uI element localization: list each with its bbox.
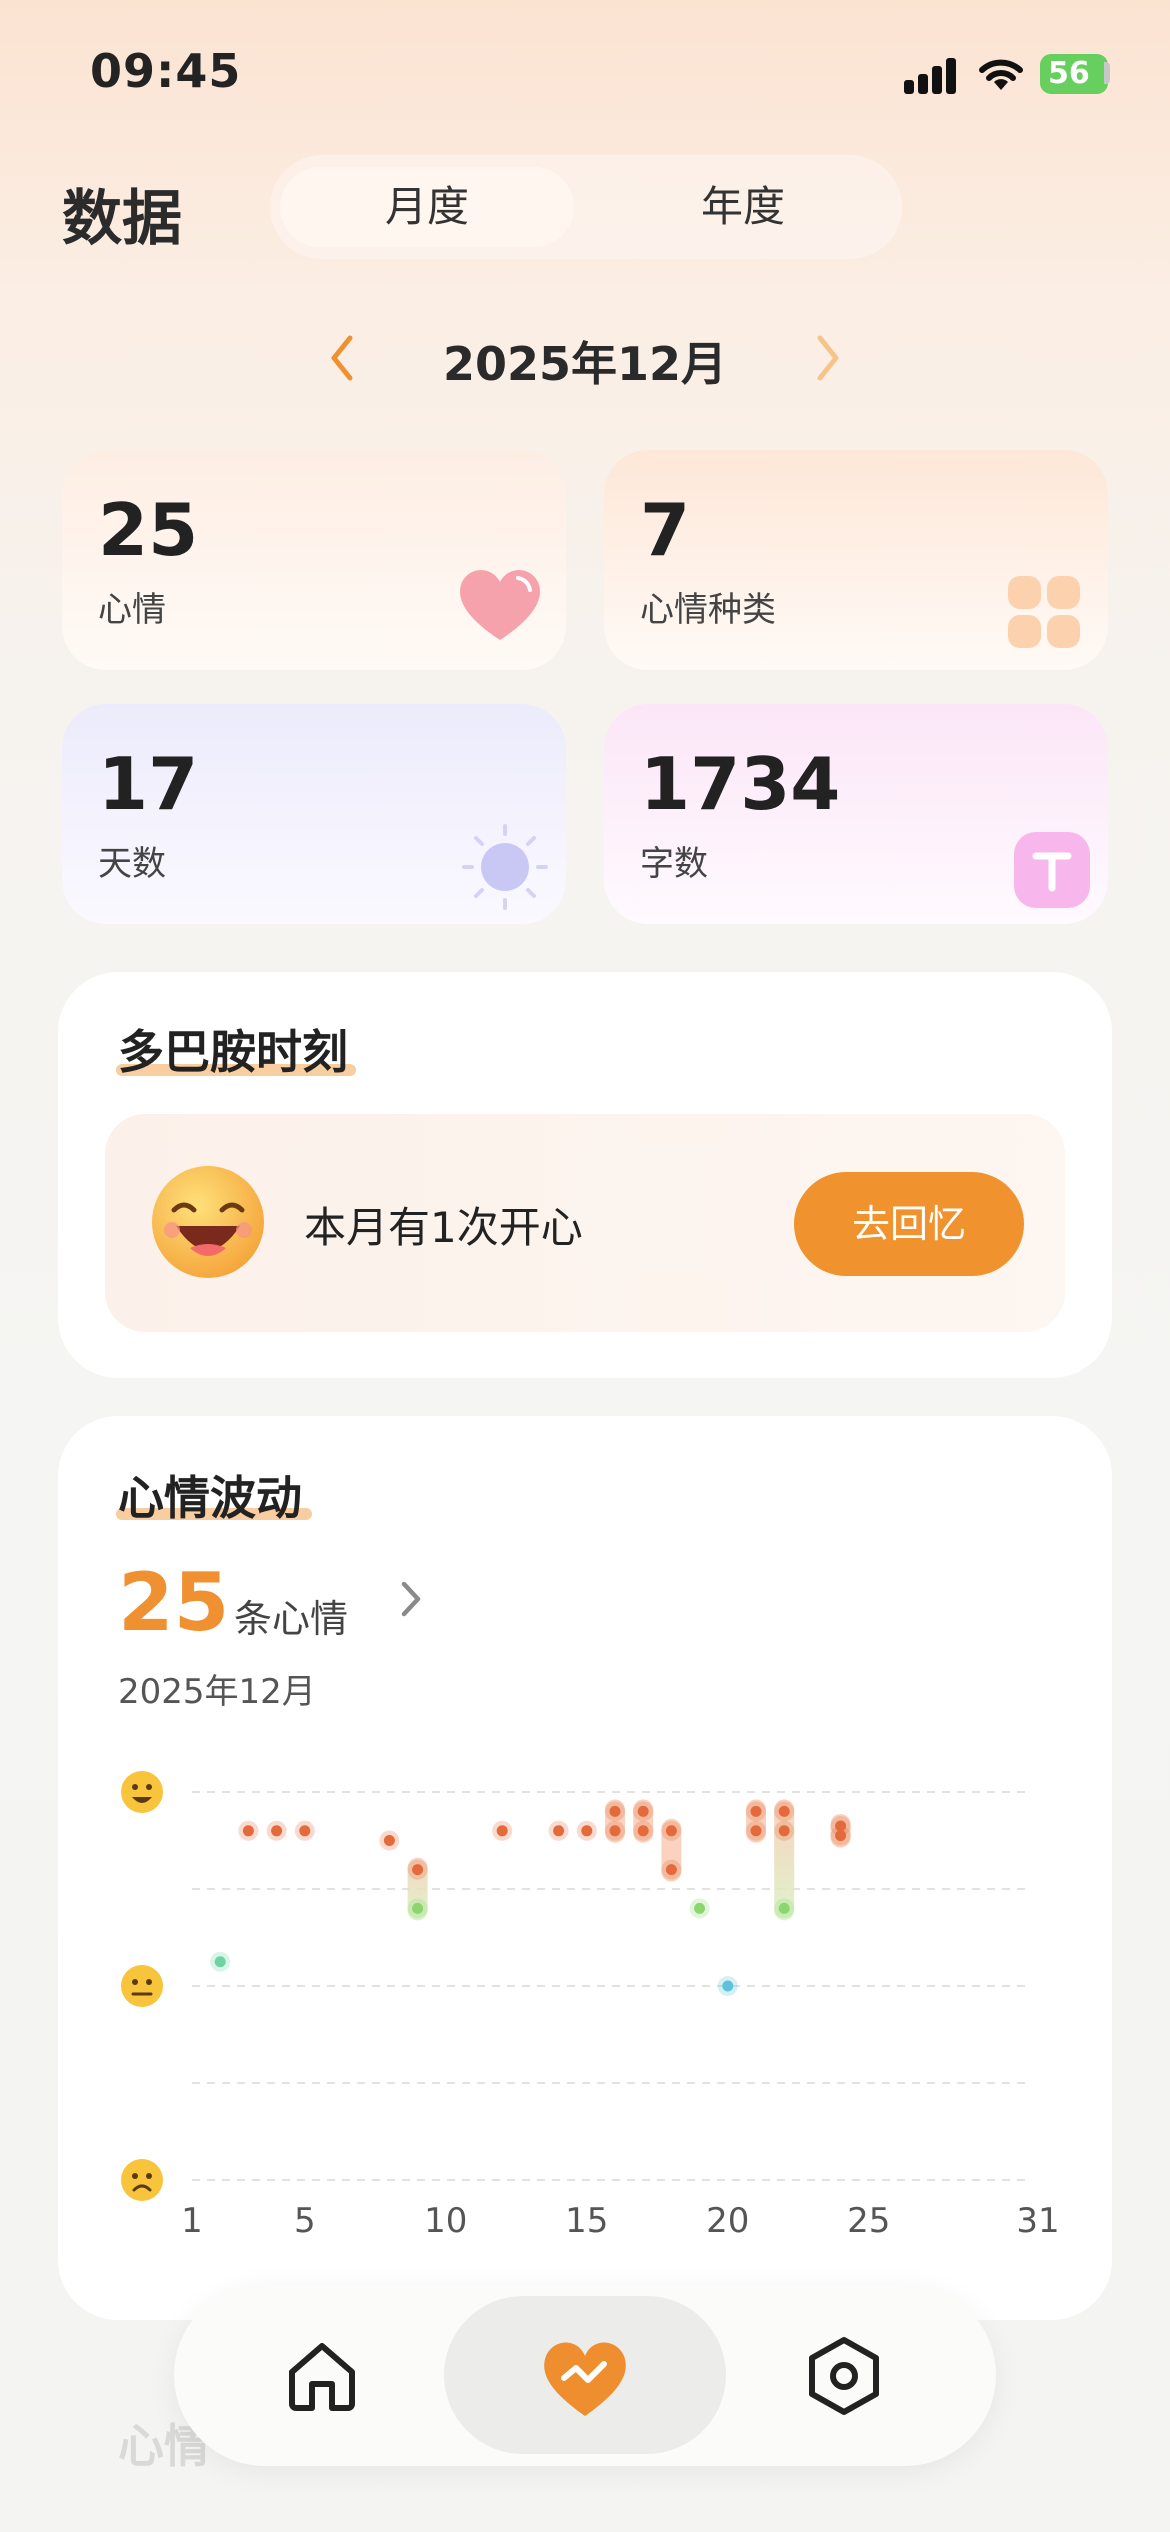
laughing-face-icon [152,1166,264,1278]
mood-point [778,1825,790,1837]
next-month-button[interactable] [808,330,848,386]
mood-count-unit[interactable]: 条心情 [234,1588,348,1643]
chart-month: 2025年12月 [118,1672,316,1712]
stat-card-days[interactable]: 17 天数 [62,704,566,924]
x-tick-label: 10 [424,2201,467,2236]
mood-point [553,1825,565,1837]
mood-chart: 1 5 10 15 20 25 31 [121,1771,1060,2236]
x-tick-label: 1 [181,2201,203,2236]
happy-face-icon [121,1771,163,1813]
stat-card-moods[interactable]: 25 心情 [62,450,566,670]
tab-monthly[interactable]: 月度 [280,167,574,247]
mood-point [412,1864,424,1876]
signal-icon [904,56,960,94]
mood-point [750,1805,762,1817]
mood-point [412,1902,424,1914]
x-tick-label: 15 [565,2201,608,2236]
mood-point [665,1825,677,1837]
mood-point [609,1805,621,1817]
stat-value: 1734 [640,742,841,826]
battery-tip [1104,62,1110,84]
battery-icon: 56 [1040,54,1108,94]
x-tick-label: 5 [294,2201,316,2236]
mood-point [299,1825,311,1837]
mood-wave-title: 心情波动 [118,1471,302,1525]
dopamine-card: 多巴胺时刻 本月有1次开心 去回忆 [58,972,1112,1378]
x-tick-label: 25 [847,2201,890,2236]
sun-icon [462,824,548,910]
mood-point [383,1835,395,1846]
mood-point [637,1825,649,1837]
mood-point [242,1825,254,1837]
mood-point [778,1902,790,1914]
mood-point [637,1805,649,1817]
mood-point [609,1825,621,1837]
mood-point [694,1902,706,1914]
home-icon[interactable] [284,2338,360,2414]
sad-face-icon [121,2159,163,2201]
mood-point [835,1830,847,1842]
status-time: 09:45 [90,44,242,98]
stat-value: 25 [98,488,199,572]
mood-wave-card: 心情波动 25 条心情 2025年12月 1 5 10 15 20 25 31 [58,1416,1112,2320]
page-title: 数据 [62,184,182,254]
period-segmented-control: 月度 年度 [270,155,902,259]
month-label: 2025年12月 [442,337,728,391]
settings-icon[interactable] [802,2334,886,2418]
mood-point [665,1864,677,1876]
stat-value: 17 [98,742,199,826]
x-tick-label: 20 [706,2201,749,2236]
dopamine-title: 多巴胺时刻 [118,1025,348,1079]
mood-count[interactable]: 25 [118,1556,229,1649]
x-tick-label: 31 [1016,2201,1059,2236]
heart-icon [459,570,541,640]
chevron-right-icon[interactable] [396,1576,426,1622]
mood-point [271,1825,283,1837]
grid-icon [1008,576,1080,648]
neutral-face-icon [121,1965,163,2007]
mood-point [750,1825,762,1837]
tab-yearly[interactable]: 年度 [596,167,890,247]
mood-point [581,1825,593,1837]
stat-card-mood-types[interactable]: 7 心情种类 [604,450,1108,670]
stat-value: 7 [640,488,691,572]
wifi-icon [979,59,1023,90]
text-icon [1014,832,1090,908]
dopamine-text: 本月有1次开心 [304,1203,583,1252]
prev-month-button[interactable] [322,330,362,386]
mood-point [722,1980,734,1992]
mood-point [496,1825,508,1837]
heart-chart-icon[interactable] [536,2334,634,2420]
bottom-tab-bar [174,2284,996,2466]
stat-card-words[interactable]: 1734 字数 [604,704,1108,924]
recall-button[interactable]: 去回忆 [794,1172,1024,1276]
mood-point [778,1805,790,1817]
mood-point [214,1956,226,1968]
